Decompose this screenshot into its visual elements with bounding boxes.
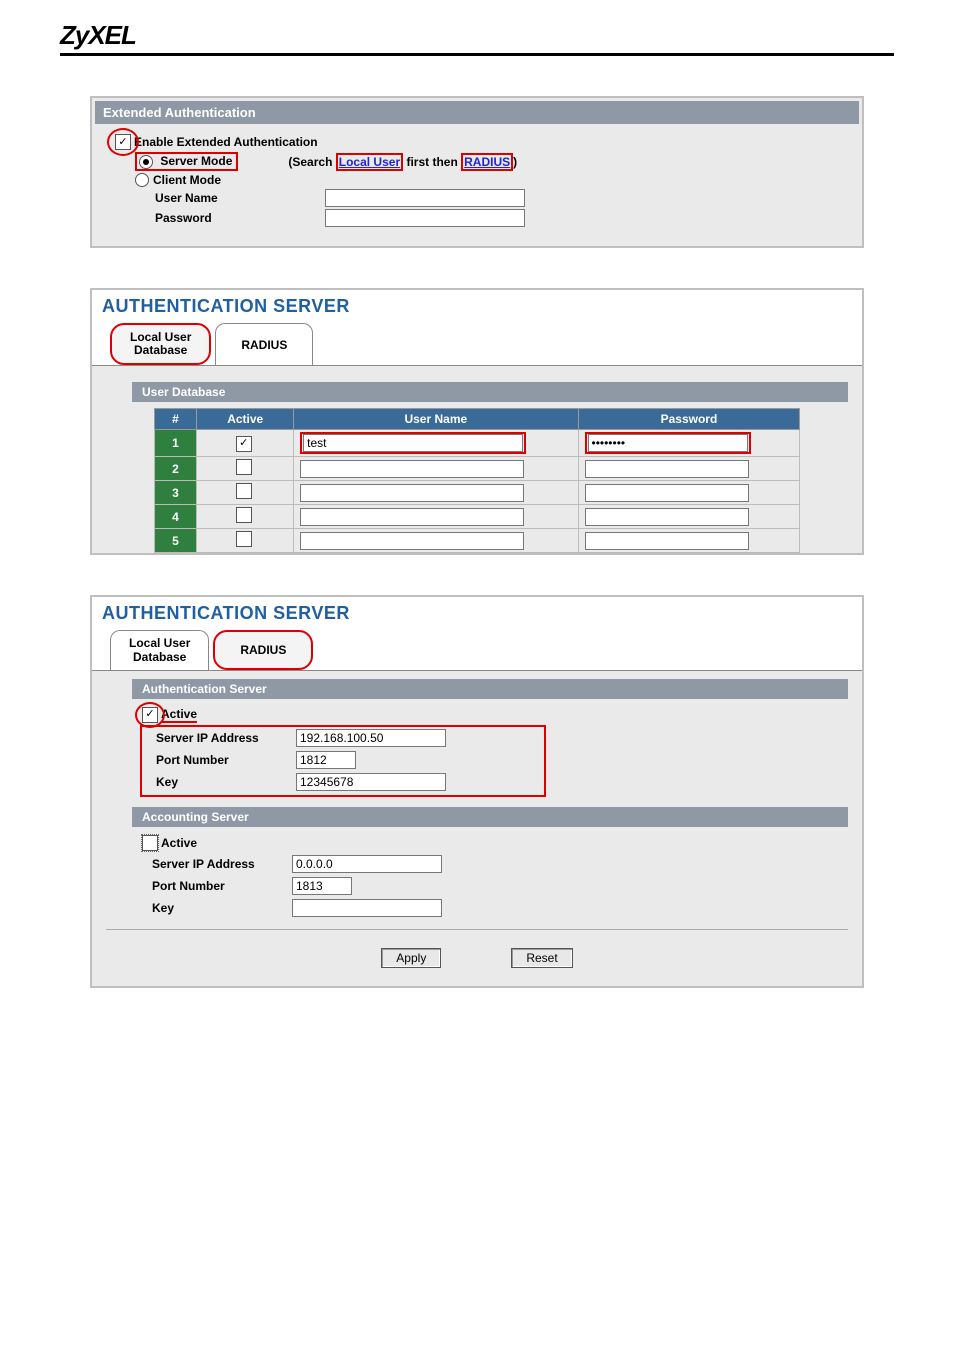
row4-active-checkbox[interactable] bbox=[236, 507, 252, 523]
auth-server-title-2: AUTHENTICATION SERVER bbox=[102, 603, 862, 624]
tab-radius-1[interactable]: RADIUS bbox=[215, 323, 313, 365]
auth-server-radius-panel: AUTHENTICATION SERVER Local UserDatabase… bbox=[90, 595, 864, 987]
auth-ip-input[interactable] bbox=[296, 729, 446, 747]
col-num: # bbox=[154, 409, 197, 430]
search-local-user-link[interactable]: Local User bbox=[339, 155, 400, 169]
row2-username-input[interactable] bbox=[300, 460, 524, 478]
extended-auth-panel: Extended Authentication ✓ Enable Extende… bbox=[90, 96, 864, 248]
auth-key-label: Key bbox=[156, 775, 296, 789]
acct-server-section-title: Accounting Server bbox=[132, 807, 848, 827]
extended-auth-title: Extended Authentication bbox=[95, 101, 859, 124]
row3-username-input[interactable] bbox=[300, 484, 524, 502]
table-row: 3 bbox=[154, 481, 800, 505]
table-row: 1 ✓ bbox=[154, 430, 800, 457]
auth-server-localuser-panel: AUTHENTICATION SERVER Local UserDatabase… bbox=[90, 288, 864, 555]
acct-key-label: Key bbox=[152, 901, 292, 915]
row5-active-checkbox[interactable] bbox=[236, 531, 252, 547]
client-mode-radio[interactable] bbox=[135, 173, 149, 187]
acct-active-label: Active bbox=[161, 836, 197, 850]
client-mode-label: Client Mode bbox=[153, 173, 221, 187]
col-active: Active bbox=[197, 409, 294, 430]
row3-active-checkbox[interactable] bbox=[236, 483, 252, 499]
auth-active-label: Active bbox=[161, 707, 197, 723]
table-row: 4 bbox=[154, 505, 800, 529]
col-username: User Name bbox=[294, 409, 578, 430]
brand-logo: ZyXEL bbox=[60, 20, 894, 56]
row5-username-input[interactable] bbox=[300, 532, 524, 550]
acct-port-input[interactable] bbox=[292, 877, 352, 895]
row2-active-checkbox[interactable] bbox=[236, 459, 252, 475]
user-database-subtitle: User Database bbox=[132, 382, 848, 402]
row4-username-input[interactable] bbox=[300, 508, 524, 526]
tab-local-label-line1: Local User bbox=[130, 330, 191, 344]
row1-password-input[interactable] bbox=[588, 434, 748, 452]
user-database-table: # Active User Name Password 1 ✓ 2 bbox=[154, 408, 801, 553]
row5-password-input[interactable] bbox=[585, 532, 749, 550]
auth-port-label: Port Number bbox=[156, 753, 296, 767]
search-radius-link[interactable]: RADIUS bbox=[464, 155, 510, 169]
acct-port-label: Port Number bbox=[152, 879, 292, 893]
enable-extended-auth-label: Enable Extended Authentication bbox=[134, 135, 318, 149]
username-label: User Name bbox=[155, 191, 325, 205]
reset-button[interactable]: Reset bbox=[511, 948, 572, 968]
acct-key-input[interactable] bbox=[292, 899, 442, 917]
tab-local-user-database-2[interactable]: Local UserDatabase bbox=[110, 630, 209, 669]
acct-ip-input[interactable] bbox=[292, 855, 442, 873]
password-label: Password bbox=[155, 211, 325, 225]
search-order-label: (Search Local User first then RADIUS) bbox=[288, 153, 517, 171]
auth-ip-label: Server IP Address bbox=[156, 731, 296, 745]
username-input[interactable] bbox=[325, 189, 525, 207]
table-row: 2 bbox=[154, 457, 800, 481]
acct-active-checkbox[interactable] bbox=[142, 835, 158, 851]
row2-password-input[interactable] bbox=[585, 460, 749, 478]
tab-local-user-database[interactable]: Local UserDatabase bbox=[110, 323, 211, 365]
row3-password-input[interactable] bbox=[585, 484, 749, 502]
auth-key-input[interactable] bbox=[296, 773, 446, 791]
auth-port-input[interactable] bbox=[296, 751, 356, 769]
password-input[interactable] bbox=[325, 209, 525, 227]
server-mode-label: Server Mode bbox=[160, 154, 232, 168]
auth-server-title-1: AUTHENTICATION SERVER bbox=[102, 296, 862, 317]
acct-ip-label: Server IP Address bbox=[152, 857, 292, 871]
tab-local-label-line2: Database bbox=[134, 343, 187, 357]
row1-username-input[interactable] bbox=[303, 434, 523, 452]
table-row: 5 bbox=[154, 529, 800, 553]
col-password: Password bbox=[578, 409, 800, 430]
auth-server-section-title: Authentication Server bbox=[132, 679, 848, 699]
tab-radius-2[interactable]: RADIUS bbox=[213, 630, 313, 669]
server-mode-radio[interactable] bbox=[139, 155, 153, 169]
row4-password-input[interactable] bbox=[585, 508, 749, 526]
row1-active-checkbox[interactable]: ✓ bbox=[236, 436, 252, 452]
apply-button[interactable]: Apply bbox=[381, 948, 441, 968]
